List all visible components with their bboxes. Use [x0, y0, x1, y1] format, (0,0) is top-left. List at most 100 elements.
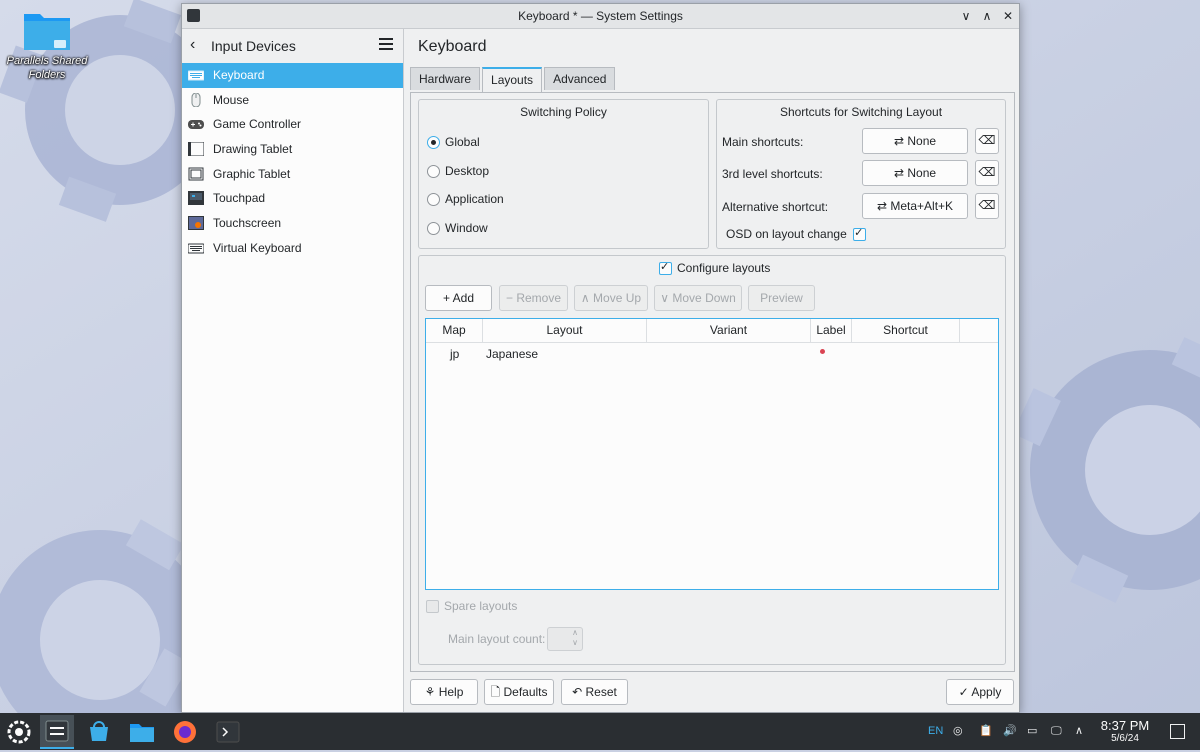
- radio-label: Application: [445, 192, 504, 206]
- taskbar-system-settings[interactable]: [40, 715, 74, 749]
- main-layout-count-spinbox[interactable]: ∧ ∨: [547, 627, 583, 651]
- kde-logo-icon: [7, 720, 31, 744]
- defaults-button[interactable]: 🗋 Defaults: [484, 679, 554, 705]
- spare-layouts-option[interactable]: Spare layouts: [426, 599, 518, 614]
- application-launcher-button[interactable]: [2, 715, 36, 749]
- system-settings-window: Keyboard * — System Settings ∨ ∧ ✕ ‹ Inp…: [181, 3, 1020, 713]
- button-label: Move Down: [672, 291, 736, 305]
- network-status-icon[interactable]: ◎: [953, 713, 963, 750]
- taskbar-firefox[interactable]: [168, 715, 202, 749]
- radio-desktop[interactable]: Desktop: [427, 163, 489, 179]
- sidebar-item-label: Game Controller: [213, 117, 302, 132]
- tab-layouts[interactable]: Layouts: [482, 67, 543, 93]
- sidebar-item-graphic-tablet[interactable]: Graphic Tablet: [182, 162, 403, 187]
- mouse-icon: [191, 92, 201, 107]
- backspace-icon: ⌫: [978, 133, 996, 147]
- page-title: Keyboard: [418, 38, 487, 55]
- hamburger-menu-icon[interactable]: [379, 38, 393, 50]
- column-header-layout[interactable]: Layout: [483, 319, 647, 342]
- radio-label: Global: [445, 135, 480, 149]
- help-button[interactable]: ⚘ Help: [410, 679, 478, 705]
- display-icon[interactable]: 🖵: [1051, 713, 1062, 750]
- taskbar-dolphin[interactable]: [125, 715, 159, 749]
- configure-layouts-option[interactable]: Configure layouts: [659, 260, 770, 276]
- apply-button[interactable]: ✓ Apply: [946, 679, 1014, 705]
- osd-option[interactable]: OSD on layout change: [726, 226, 867, 242]
- third-level-shortcut-clear-button[interactable]: ⌫: [975, 160, 999, 186]
- preview-button[interactable]: Preview: [748, 285, 815, 311]
- main-shortcut-button[interactable]: ⇄ None: [862, 128, 968, 154]
- switching-policy-title: Switching Policy: [520, 105, 607, 119]
- radio-global[interactable]: Global: [427, 134, 480, 150]
- label-indicator-dot: [820, 349, 825, 354]
- document-icon: 🗋: [490, 685, 501, 699]
- add-layout-button[interactable]: + Add: [425, 285, 492, 311]
- firefox-icon: [174, 721, 196, 743]
- move-down-button[interactable]: ∨ Move Down: [654, 285, 742, 311]
- spin-up-icon[interactable]: ∧: [572, 628, 578, 637]
- spare-layouts-label: Spare layouts: [444, 599, 518, 613]
- maximize-button[interactable]: ∧: [978, 7, 996, 25]
- sidebar-item-touchpad[interactable]: Touchpad: [182, 186, 403, 211]
- layouts-table[interactable]: Map Layout Variant Label Shortcut jp Jap…: [425, 318, 999, 590]
- file-manager-icon: [130, 724, 154, 742]
- column-header-label[interactable]: Label: [811, 319, 852, 342]
- digital-clock[interactable]: 8:37 PM 5/6/24: [1094, 718, 1156, 745]
- shortcut-value: None: [907, 134, 937, 148]
- sidebar-item-mouse[interactable]: Mouse: [182, 88, 403, 113]
- osd-label: OSD on layout change: [726, 227, 847, 241]
- back-arrow-icon[interactable]: ‹: [190, 37, 195, 53]
- taskbar-discover[interactable]: [82, 715, 116, 749]
- main-shortcut-clear-button[interactable]: ⌫: [975, 128, 999, 154]
- sidebar-item-label: Drawing Tablet: [213, 142, 293, 157]
- content-area: Keyboard Hardware Layouts Advanced Switc…: [404, 29, 1019, 712]
- radio-window[interactable]: Window: [427, 220, 488, 236]
- spare-layouts-checkbox[interactable]: [426, 600, 439, 614]
- taskbar: EN ◎ 📋 🔊 ▭ 🖵 ∧ 8:37 PM 5/6/24: [0, 713, 1200, 750]
- shortcuts-group: Shortcuts for Switching Layout Main shor…: [716, 99, 1006, 249]
- sidebar-item-drawing-tablet[interactable]: Drawing Tablet: [182, 137, 403, 162]
- battery-icon[interactable]: ▭: [1027, 713, 1037, 750]
- help-icon: ⚘: [424, 685, 436, 699]
- gamepad-icon: [188, 120, 204, 130]
- remove-layout-button[interactable]: − Remove: [499, 285, 568, 311]
- close-button[interactable]: ✕: [999, 7, 1017, 25]
- configure-layouts-checkbox[interactable]: [659, 260, 672, 276]
- discover-store-icon: [90, 721, 108, 741]
- desktop-icon-shared-folders[interactable]: Parallels Shared Folders: [4, 8, 90, 82]
- volume-icon[interactable]: 🔊: [1003, 713, 1017, 750]
- backspace-icon: ⌫: [978, 165, 996, 179]
- third-level-shortcut-button[interactable]: ⇄ None: [862, 160, 968, 186]
- radio-application[interactable]: Application: [427, 191, 504, 207]
- window-titlebar[interactable]: Keyboard * — System Settings ∨ ∧ ✕: [182, 4, 1019, 29]
- spin-down-icon[interactable]: ∨: [572, 638, 578, 647]
- alternative-shortcut-clear-button[interactable]: ⌫: [975, 193, 999, 219]
- tab-hardware[interactable]: Hardware: [410, 67, 481, 90]
- column-header-map[interactable]: Map: [426, 319, 483, 342]
- move-up-button[interactable]: ∧ Move Up: [574, 285, 648, 311]
- show-desktop-icon[interactable]: [1170, 724, 1185, 739]
- reset-button[interactable]: ↶ Reset: [561, 679, 628, 705]
- sidebar-item-keyboard[interactable]: Keyboard: [182, 63, 403, 88]
- tab-advanced[interactable]: Advanced: [544, 67, 616, 90]
- sidebar-item-touchscreen[interactable]: Touchscreen: [182, 211, 403, 236]
- osd-checkbox[interactable]: [853, 226, 867, 242]
- column-header-shortcut[interactable]: Shortcut: [852, 319, 960, 342]
- keyboard-icon: [188, 70, 204, 81]
- terminal-icon: [216, 721, 240, 743]
- sidebar-item-virtual-keyboard[interactable]: Virtual Keyboard: [182, 236, 403, 261]
- sidebar-item-game-controller[interactable]: Game Controller: [182, 112, 403, 137]
- keyboard-layout-indicator[interactable]: EN: [928, 713, 943, 750]
- sidebar-title[interactable]: Input Devices: [211, 38, 296, 54]
- table-header: Map Layout Variant Label Shortcut: [426, 319, 998, 343]
- system-tray-expand-icon[interactable]: ∧: [1075, 713, 1083, 750]
- alternative-shortcut-button[interactable]: ⇄ Meta+Alt+K: [862, 193, 968, 219]
- minimize-button[interactable]: ∨: [957, 7, 975, 25]
- shortcuts-title: Shortcuts for Switching Layout: [779, 105, 943, 119]
- swap-icon: ⇄: [876, 199, 887, 213]
- clipboard-icon[interactable]: 📋: [979, 713, 993, 750]
- touchscreen-icon: [188, 216, 204, 231]
- column-header-variant[interactable]: Variant: [647, 319, 811, 342]
- taskbar-konsole[interactable]: [211, 715, 245, 749]
- third-level-shortcuts-label: 3rd level shortcuts:: [722, 167, 823, 181]
